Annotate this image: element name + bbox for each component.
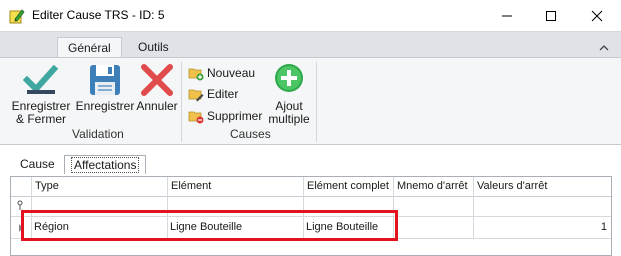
tab-outils[interactable]: Outils [128,37,179,58]
cell-valeurs[interactable]: 1 [473,217,611,239]
ribbon-collapse-chevron-icon[interactable] [599,41,609,55]
red-highlight-box [21,210,398,241]
column-header-valeurs[interactable]: Valeurs d'arrêt [473,177,611,197]
group-separator [181,62,182,142]
maximize-button[interactable] [528,0,574,31]
app-pencil-icon [9,8,25,24]
close-button[interactable] [574,0,620,31]
column-header-element[interactable]: Elément [167,177,303,197]
edit-cause-button[interactable]: Editer [188,85,238,103]
grid-header: Type Elément Elément complet Mnemo d'arr… [11,177,611,197]
multi-add-button[interactable]: Ajout multiple [266,62,312,126]
window-title: Editer Cause TRS - ID: 5 [32,8,165,22]
group-separator [316,62,317,142]
column-header-mnemo[interactable]: Mnemo d'arrêt [393,177,473,197]
folder-edit-icon [188,86,204,102]
delete-cause-button[interactable]: Supprimer [188,107,262,125]
title-bar: Editer Cause TRS - ID: 5 [0,0,621,31]
folder-delete-icon [188,108,204,124]
ribbon-panel: Enregistrer & Fermer Enregistrer Annuler… [0,57,621,145]
column-header-element-complet[interactable]: Elément complet [303,177,393,197]
tab-general[interactable]: Général [57,37,122,58]
subtab-affectations[interactable]: Affectations [64,155,147,174]
ribbon-tabstrip: Général Outils [0,31,621,58]
save-close-button[interactable]: Enregistrer & Fermer [10,62,72,126]
column-header-type[interactable]: Type [31,177,167,197]
floppy-disk-icon [87,62,123,98]
group-label-validation: Validation [72,127,124,141]
group-label-causes: Causes [230,127,271,141]
subtab-cause[interactable]: Cause [14,155,61,174]
minimize-button[interactable] [484,0,530,31]
cancel-button[interactable]: Annuler [136,62,178,113]
cancel-x-icon [139,62,175,98]
checkmark-icon [22,62,59,98]
folder-add-icon [188,65,204,81]
save-button[interactable]: Enregistrer [74,62,136,113]
plus-circle-icon [271,62,307,98]
cell-mnemo[interactable] [393,217,473,239]
new-cause-button[interactable]: Nouveau [188,64,255,82]
